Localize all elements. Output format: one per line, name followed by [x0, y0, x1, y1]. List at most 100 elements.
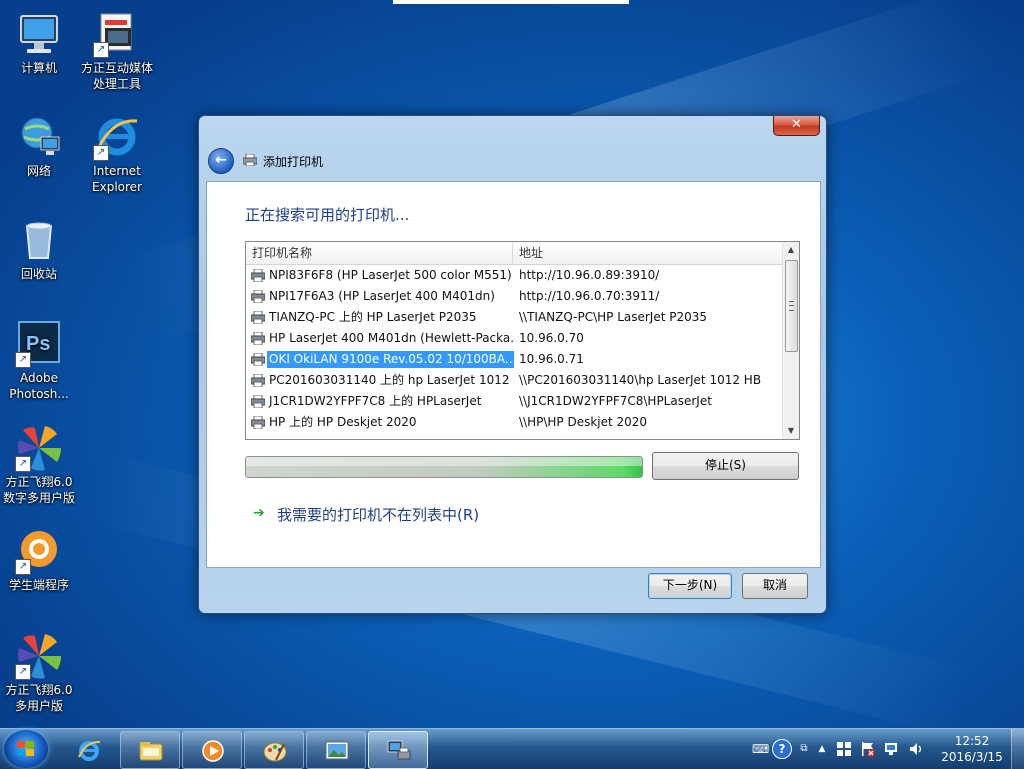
taskbar-ie[interactable] [58, 731, 118, 769]
desktop-icon-recycle-bin[interactable]: 回收站 [0, 216, 78, 282]
shortcut-arrow-icon: ↗ [15, 352, 31, 368]
printer-row[interactable]: OKI OkiLAN 9100e Rev.05.02 10/100BA... 10… [246, 349, 782, 370]
student-client-icon: ↗ [15, 527, 63, 575]
column-header-name[interactable]: 打印机名称 [246, 242, 512, 264]
printer-name: J1CR1DW2YFPF7C8 上的 HPLaserJet [269, 394, 482, 408]
desktop-icon-label: 方正飞翔6.0数字多用户版 [2, 475, 75, 505]
printer-row[interactable]: J1CR1DW2YFPF7C8 上的 HPLaserJet \\J1CR1DW2Y… [246, 391, 782, 412]
taskbar-paint[interactable] [244, 731, 304, 769]
printer-name: NPI17F6A3 (HP LaserJet 400 M401dn) [269, 289, 495, 303]
clock-date: 2016/3/15 [941, 750, 1003, 764]
desktop-icon-label: 计算机 [20, 61, 57, 75]
cancel-button[interactable]: 取消 [742, 573, 808, 599]
desktop-icon-student-client[interactable]: ↗ 学生端程序 [0, 527, 78, 593]
shortcut-arrow-icon: ↗ [15, 664, 31, 680]
back-arrow-icon: ← [215, 152, 227, 168]
scroll-up-arrow-icon[interactable]: ▲ [783, 242, 799, 258]
photo-viewer-icon [324, 738, 349, 762]
media-player-icon [200, 738, 224, 762]
printer-icon [250, 352, 266, 367]
desktop-icon-computer[interactable]: 计算机 [0, 10, 78, 76]
printer-row[interactable]: HP LaserJet 400 M401dn (Hewlett-Packa...… [246, 328, 782, 349]
stop-button[interactable]: 停止(S) [652, 452, 799, 480]
help-icon[interactable]: ? [772, 739, 792, 759]
back-button[interactable]: ← [208, 148, 234, 174]
desktop-icon-internet-explorer[interactable]: ↗ Internet Explorer [78, 113, 156, 195]
scroll-down-arrow-icon[interactable]: ▼ [783, 423, 799, 439]
taskbar-explorer[interactable] [120, 731, 180, 769]
taskbar-photo-viewer[interactable] [306, 731, 366, 769]
desktop-icon-label: 方正互动媒体处理工具 [80, 61, 153, 91]
vertical-scrollbar[interactable]: ▲ ▼ [782, 242, 799, 439]
desktop-icon-media-tool[interactable]: ↗ 方正互动媒体处理工具 [78, 10, 156, 92]
grip-icon [789, 301, 794, 311]
search-progress-bar [245, 456, 643, 478]
printer-name: TIANZQ-PC 上的 HP LaserJet P2035 [269, 310, 477, 324]
printer-name: OKI OkiLAN 9100e Rev.05.02 10/100BA... [267, 351, 514, 368]
printer-name: HP LaserJet 400 M401dn (Hewlett-Packa... [269, 331, 514, 345]
add-printer-dialog: ✕ ← 添加打印机 正在搜索可用的打印机... 打印机名称 地址 NPI83F6… [198, 115, 827, 614]
shortcut-arrow-icon: ↗ [93, 145, 109, 161]
printer-address: \\TIANZQ-PC\HP LaserJet P2035 [519, 310, 708, 324]
printer-row[interactable]: PC201603031140 上的 hp LaserJet 1012 ... \\… [246, 370, 782, 391]
printer-icon [250, 373, 266, 388]
printer-icon [242, 153, 258, 167]
paint-icon [262, 738, 287, 762]
printer-icon [250, 394, 266, 409]
desktop-icon-label: 网络 [26, 164, 51, 178]
printer-name: HP 上的 HP Deskjet 2020 [269, 415, 417, 429]
network-status-icon[interactable] [884, 741, 900, 757]
system-tray: ⌨ ? ⧉ ▲ [748, 729, 928, 769]
start-button[interactable] [4, 730, 48, 768]
show-desktop-button[interactable] [1011, 729, 1024, 769]
flag-error-icon[interactable] [860, 741, 876, 757]
founder-feixiang-icon: ↗ [15, 424, 63, 472]
desktop-icon-founder-feixiang-digital[interactable]: ↗ 方正飞翔6.0数字多用户版 [0, 424, 78, 506]
media-tool-icon: ↗ [93, 10, 141, 58]
scrollbar-thumb[interactable] [785, 260, 798, 352]
network-icon[interactable]: ⧉ [796, 741, 812, 757]
action-center-icon[interactable] [836, 741, 852, 757]
printer-list[interactable]: 打印机名称 地址 NPI83F6F8 (HP LaserJet 500 colo… [245, 241, 800, 440]
column-header-address[interactable]: 地址 [513, 242, 779, 264]
clock[interactable]: 12:52 2016/3/15 [930, 733, 1014, 765]
taskbar-devices-printers[interactable] [368, 731, 428, 769]
printer-address: http://10.96.0.70:3911/ [519, 289, 660, 303]
top-edge-window [393, 0, 629, 4]
printer-icon [250, 331, 266, 346]
shortcut-arrow-icon: ↗ [15, 559, 31, 575]
printer-icon [250, 289, 266, 304]
printer-icon [250, 268, 266, 283]
printer-address: 10.96.0.70 [519, 331, 584, 345]
desktop-icon-network[interactable]: 网络 [0, 113, 78, 179]
printer-row[interactable]: NPI83F6F8 (HP LaserJet 500 color M551) ht… [246, 265, 782, 286]
recycle-bin-icon [15, 216, 63, 264]
list-header: 打印机名称 地址 [246, 242, 782, 265]
ie-icon: ↗ [93, 113, 141, 161]
next-button[interactable]: 下一步(N) [648, 573, 732, 599]
taskbar-media-player[interactable] [182, 731, 242, 769]
printer-address: \\J1CR1DW2YFPF7C8\HPLaserJet [519, 394, 712, 408]
windows-logo-icon [17, 741, 35, 757]
keyboard-icon[interactable]: ⌨ [752, 741, 769, 757]
desktop-icon-photoshop[interactable]: Ps ↗ Adobe Photosh... [0, 320, 78, 402]
printer-address: 10.96.0.71 [519, 352, 584, 366]
printer-row[interactable]: NPI17F6A3 (HP LaserJet 400 M401dn) http:/… [246, 286, 782, 307]
volume-icon[interactable] [908, 741, 924, 757]
printer-row[interactable]: HP 上的 HP Deskjet 2020 \\HP\HP Deskjet 202… [246, 412, 782, 433]
show-hidden-icon[interactable]: ▲ [814, 741, 830, 757]
photoshop-icon: Ps ↗ [15, 320, 63, 368]
printer-address: \\HP\HP Deskjet 2020 [519, 415, 648, 429]
explorer-folder-icon [138, 738, 163, 762]
printer-row[interactable]: TIANZQ-PC 上的 HP LaserJet P2035 \\TIANZQ-P… [246, 307, 782, 328]
green-arrow-icon: ➔ [253, 505, 265, 521]
shortcut-arrow-icon: ↗ [15, 456, 31, 472]
page-heading: 正在搜索可用的打印机... [245, 206, 410, 224]
desktop-icon-label: Adobe Photosh... [9, 371, 69, 401]
close-button[interactable]: ✕ [773, 116, 820, 136]
printer-not-listed-label: 我需要的打印机不在列表中(R) [277, 506, 480, 524]
printer-address: http://10.96.0.89:3910/ [519, 268, 660, 282]
printer-name: PC201603031140 上的 hp LaserJet 1012 ... [269, 373, 514, 387]
desktop-icon-founder-feixiang[interactable]: ↗ 方正飞翔6.0多用户版 [0, 632, 78, 714]
shortcut-arrow-icon: ↗ [93, 42, 109, 58]
